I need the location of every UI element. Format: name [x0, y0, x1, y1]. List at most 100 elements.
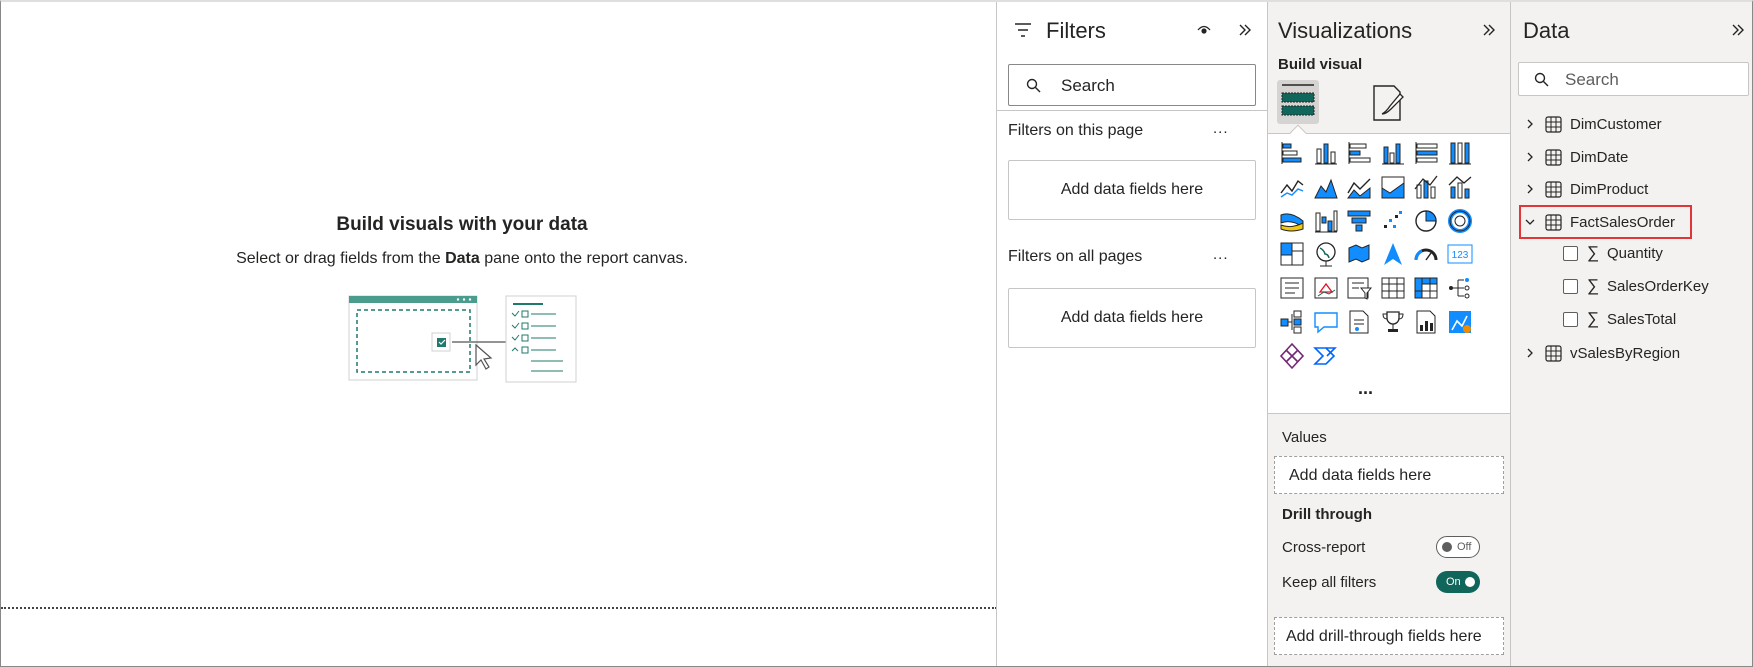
clustered-column-chart-icon[interactable] [1379, 139, 1407, 167]
chevron-right-icon [1527, 184, 1533, 194]
power-apps-icon[interactable] [1278, 342, 1306, 370]
data-search-input[interactable]: Search [1518, 62, 1749, 96]
build-visual-illustration [348, 295, 577, 383]
arcgis-map-icon[interactable] [1446, 308, 1474, 336]
table-name: DimProduct [1570, 181, 1649, 198]
100-stacked-area-chart-icon[interactable] [1379, 173, 1407, 201]
metrics-icon[interactable] [1379, 308, 1407, 336]
toggle-state: On [1446, 576, 1461, 588]
field-checkbox[interactable] [1563, 246, 1578, 261]
highlight-box [1519, 205, 1692, 239]
table-name: DimCustomer [1570, 116, 1662, 133]
filters-pane: Filters Search Filters on this page ... … [996, 2, 1268, 666]
multi-row-card-icon[interactable] [1278, 274, 1306, 302]
table-icon [1545, 181, 1562, 198]
keep-all-filters-toggle[interactable]: On [1436, 571, 1480, 593]
cross-report-toggle[interactable]: Off [1436, 536, 1480, 558]
eye-icon[interactable] [1197, 24, 1211, 36]
table-icon [1545, 116, 1562, 133]
field-name: SalesOrderKey [1607, 278, 1709, 295]
visual-fields-section: Values Add data fields here Drill throug… [1268, 413, 1511, 666]
table-name: DimDate [1570, 148, 1629, 166]
key-influencers-icon[interactable] [1278, 308, 1306, 336]
drill-through-well[interactable]: Add drill-through fields here [1274, 617, 1504, 655]
ribbon-chart-icon[interactable] [1278, 207, 1306, 235]
all-pages-filter-well[interactable]: Add data fields here [1008, 288, 1256, 348]
card-icon[interactable]: 123 [1446, 240, 1474, 268]
treemap-icon[interactable] [1278, 240, 1306, 268]
table-icon [1545, 345, 1562, 362]
field-checkbox[interactable] [1563, 312, 1578, 327]
clustered-bar-chart-icon[interactable] [1345, 139, 1373, 167]
waterfall-chart-icon[interactable] [1312, 207, 1340, 235]
map-icon[interactable] [1312, 240, 1340, 268]
data-pane: Data Search DimCustomer DimDate DimProduct… [1510, 2, 1752, 666]
100-stacked-column-chart-icon[interactable] [1446, 139, 1474, 167]
paginated-report-icon[interactable] [1412, 308, 1440, 336]
line-chart-icon[interactable] [1278, 173, 1306, 201]
stacked-bar-chart-icon[interactable] [1278, 139, 1306, 167]
subtitle-bold: Data [445, 250, 480, 267]
this-page-more-options[interactable]: ... [1213, 120, 1229, 137]
table-item[interactable]: DimCustomer [1525, 112, 1740, 138]
gauge-icon[interactable] [1412, 240, 1440, 268]
azure-map-icon[interactable] [1379, 240, 1407, 268]
funnel-chart-icon[interactable] [1345, 207, 1373, 235]
qa-icon[interactable] [1312, 308, 1340, 336]
build-visual-tab[interactable] [1277, 80, 1319, 124]
stacked-area-chart-icon[interactable] [1345, 173, 1373, 201]
sigma-icon: ∑ [1587, 243, 1600, 262]
pie-chart-icon[interactable] [1412, 207, 1440, 235]
power-automate-icon[interactable] [1312, 342, 1340, 370]
100-stacked-bar-chart-icon[interactable] [1412, 139, 1440, 167]
slicer-icon[interactable] [1345, 274, 1373, 302]
search-icon [1026, 78, 1041, 93]
subtitle-text-1: Select or drag fields from the [236, 250, 446, 267]
line-and-clustered-column-chart-icon[interactable] [1446, 173, 1474, 201]
collapse-data-icon[interactable] [1731, 22, 1745, 38]
keep-all-filters-label: Keep all filters [1282, 574, 1377, 591]
decomposition-tree-icon[interactable] [1446, 274, 1474, 302]
donut-chart-icon[interactable] [1446, 207, 1474, 235]
table-icon[interactable] [1379, 274, 1407, 302]
field-item[interactable]: ∑ SalesOrderKey [1563, 275, 1743, 301]
cross-report-label: Cross-report [1282, 539, 1366, 556]
toggle-state: Off [1457, 541, 1472, 553]
field-item[interactable]: ∑ SalesTotal [1563, 308, 1743, 334]
collapse-visualizations-icon[interactable] [1482, 22, 1496, 38]
filters-search-input[interactable]: Search [1008, 64, 1256, 106]
all-pages-more-options[interactable]: ... [1213, 246, 1229, 263]
chevron-right-icon [1527, 119, 1533, 129]
field-item[interactable]: ∑ Quantity [1563, 242, 1743, 268]
scatter-chart-icon[interactable] [1379, 207, 1407, 235]
table-item[interactable]: DimDate [1525, 145, 1740, 171]
matrix-icon[interactable] [1412, 274, 1440, 302]
values-label: Values [1282, 429, 1327, 446]
filled-map-icon[interactable] [1345, 240, 1373, 268]
table-item[interactable]: DimProduct [1525, 177, 1740, 203]
build-visual-label: Build visual [1278, 56, 1363, 73]
stacked-column-chart-icon[interactable] [1312, 139, 1340, 167]
table-item[interactable]: vSalesByRegion [1525, 341, 1740, 367]
line-and-stacked-column-chart-icon[interactable] [1412, 173, 1440, 201]
search-placeholder: Search [1565, 70, 1619, 89]
data-title: Data [1523, 18, 1570, 43]
table-icon [1545, 148, 1562, 166]
filters-on-all-pages-label: Filters on all pages [1008, 248, 1143, 265]
area-chart-icon[interactable] [1312, 173, 1340, 201]
report-canvas[interactable]: Build visuals with your data Select or d… [1, 2, 997, 666]
toggle-knob [1465, 577, 1475, 587]
filters-on-this-page-label: Filters on this page [1008, 122, 1144, 139]
table-name: vSalesByRegion [1570, 345, 1681, 362]
kpi-icon[interactable] [1312, 274, 1340, 302]
format-visual-icon[interactable] [1368, 82, 1410, 124]
this-page-filter-well[interactable]: Add data fields here [1008, 160, 1256, 220]
filter-icon [1015, 23, 1031, 37]
sigma-icon: ∑ [1587, 309, 1600, 328]
more-visuals-icon[interactable]: ... [1358, 378, 1373, 399]
collapse-filters-icon[interactable] [1238, 22, 1252, 38]
field-name: SalesTotal [1607, 311, 1677, 328]
field-checkbox[interactable] [1563, 279, 1578, 294]
smart-narrative-icon[interactable] [1345, 308, 1373, 336]
values-well[interactable]: Add data fields here [1274, 456, 1504, 494]
